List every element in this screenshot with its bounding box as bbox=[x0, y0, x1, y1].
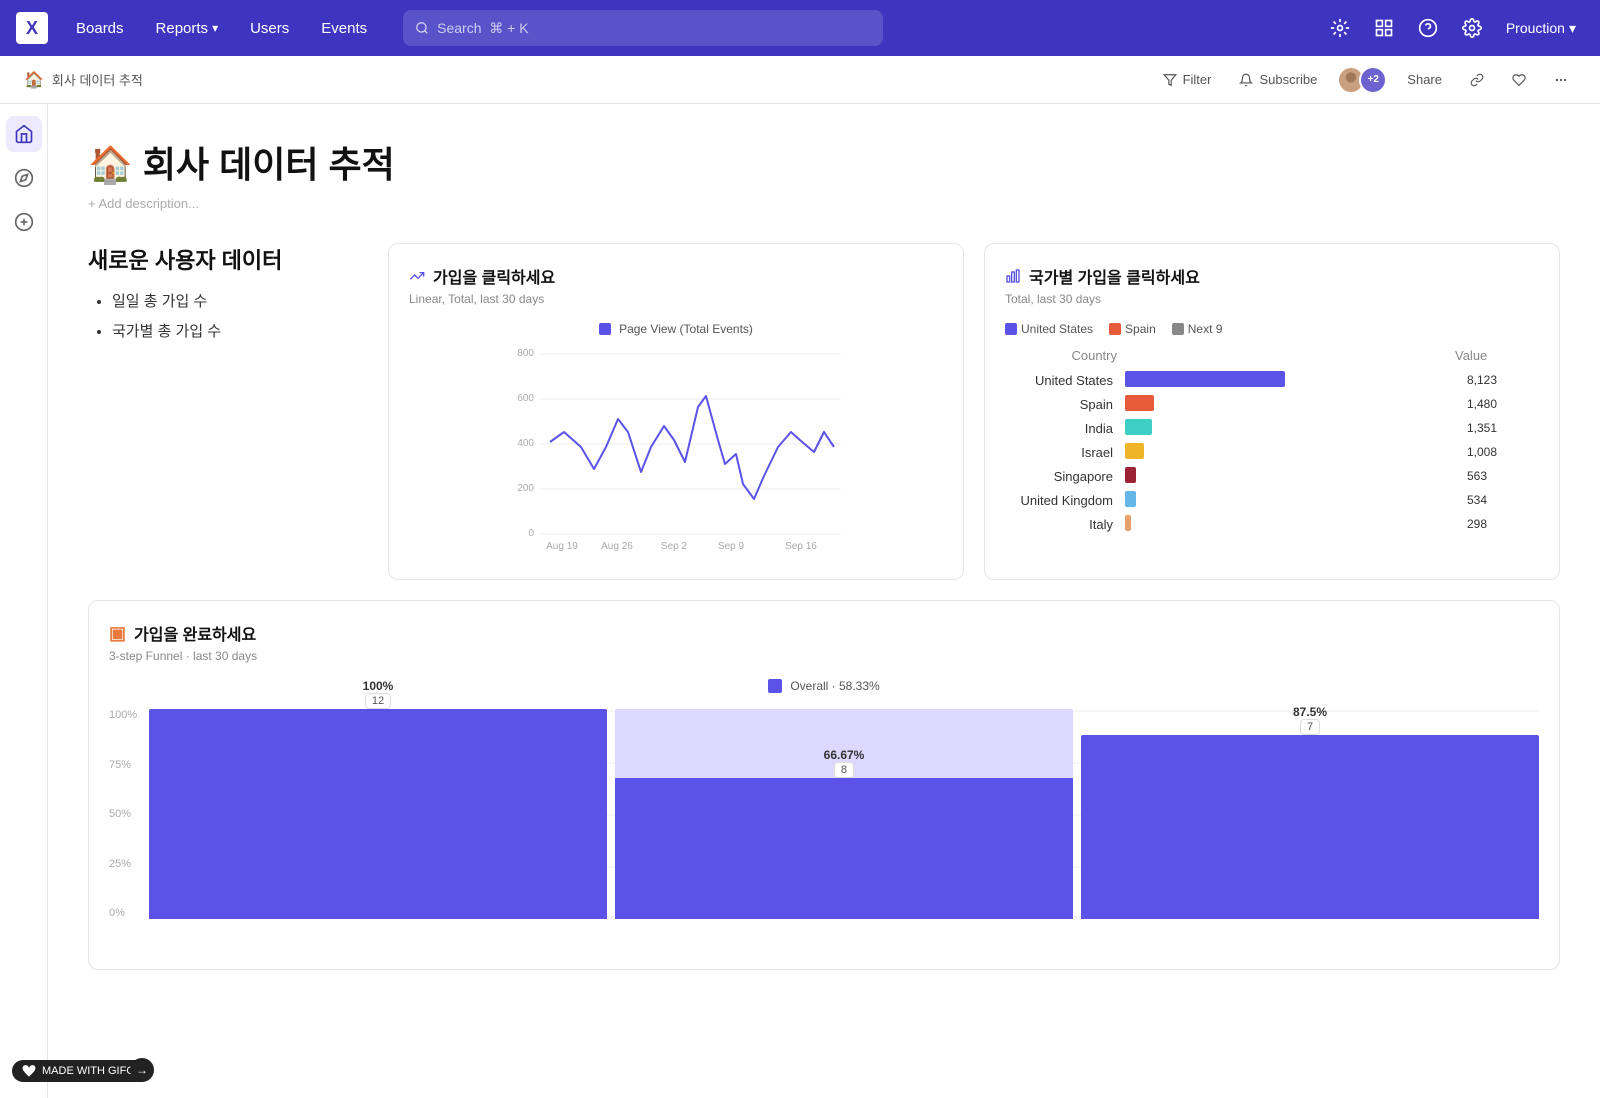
logo: X bbox=[16, 12, 48, 44]
main-content: 🏠 회사 데이터 추적 + Add description... 새로운 사용자… bbox=[48, 104, 1600, 1098]
funnel-bars: 100%12 66.67%8 bbox=[149, 709, 1539, 919]
title-icon: 🏠 bbox=[88, 144, 133, 185]
grid-icon[interactable] bbox=[1366, 10, 1402, 46]
legend-color-dot bbox=[599, 323, 611, 335]
svg-text:Sep 16: Sep 16 bbox=[785, 541, 817, 552]
events-nav-item[interactable]: Events bbox=[309, 14, 379, 43]
sidebar-compass-icon[interactable] bbox=[6, 160, 42, 196]
gifox-arrow-button[interactable]: → bbox=[130, 1058, 154, 1082]
search-input[interactable] bbox=[437, 20, 871, 36]
link-icon-button[interactable] bbox=[1462, 69, 1492, 91]
reports-nav-item[interactable]: Reports ▾ bbox=[144, 14, 231, 43]
funnel-chart-area: 100% 75% 50% 25% 0% bbox=[109, 709, 1539, 949]
country-row: United States 8,123 bbox=[1005, 371, 1539, 389]
app-body: 🏠 회사 데이터 추적 + Add description... 새로운 사용자… bbox=[0, 104, 1600, 1098]
legend-next9-dot bbox=[1172, 323, 1184, 335]
more-icon bbox=[1554, 73, 1568, 87]
breadcrumb-text: 회사 데이터 추적 bbox=[52, 70, 143, 89]
country-row: India 1,351 bbox=[1005, 419, 1539, 437]
svg-text:Aug 26: Aug 26 bbox=[601, 541, 633, 552]
avatar-group: +2 bbox=[1337, 66, 1387, 94]
sidebar-home-icon[interactable] bbox=[6, 116, 42, 152]
notifications-icon[interactable] bbox=[1322, 10, 1358, 46]
users-nav-item[interactable]: Users bbox=[238, 14, 301, 43]
intro-section: 새로운 사용자 데이터 일일 총 가입 수 국가별 총 가입 수 bbox=[88, 243, 368, 580]
list-item: 일일 총 가입 수 bbox=[112, 287, 368, 317]
search-bar[interactable] bbox=[403, 10, 883, 46]
svg-text:Sep 2: Sep 2 bbox=[661, 541, 688, 552]
funnel-title: ▣ 가입을 완료하세요 bbox=[109, 621, 1539, 645]
svg-text:200: 200 bbox=[517, 483, 534, 494]
line-chart-title: 가입을 클릭하세요 bbox=[409, 264, 943, 288]
funnel-legend: Overall · 58.33% bbox=[109, 679, 1539, 693]
funnel-sub: 3-step Funnel · last 30 days bbox=[109, 649, 1539, 663]
line-chart-card: 가입을 클릭하세요 Linear, Total, last 30 days Pa… bbox=[388, 243, 964, 580]
country-legend: United States Spain Next 9 bbox=[1005, 322, 1539, 336]
country-chart-sub: Total, last 30 days bbox=[1005, 292, 1539, 306]
page-title: 🏠 회사 데이터 추적 bbox=[88, 136, 1560, 188]
gifox-icon bbox=[22, 1064, 36, 1078]
svg-text:Aug 19: Aug 19 bbox=[546, 541, 578, 552]
more-options-button[interactable] bbox=[1546, 69, 1576, 91]
share-button[interactable]: Share bbox=[1399, 68, 1450, 91]
heart-icon bbox=[1512, 73, 1526, 87]
legend-item-next9: Next 9 bbox=[1172, 322, 1223, 336]
legend-item-spain: Spain bbox=[1109, 322, 1156, 336]
avatar-count: +2 bbox=[1359, 66, 1387, 94]
trend-icon bbox=[409, 268, 425, 284]
svg-text:400: 400 bbox=[517, 438, 534, 449]
top-navigation: X Boards Reports ▾ Users Events bbox=[0, 0, 1600, 56]
workspace-chevron-icon: ▾ bbox=[1569, 20, 1576, 37]
country-row: Israel 1,008 bbox=[1005, 443, 1539, 461]
bar-icon bbox=[1005, 268, 1021, 284]
country-row: Singapore 563 bbox=[1005, 467, 1539, 485]
breadcrumb-actions: Filter Subscribe +2 Share bbox=[1155, 66, 1576, 94]
country-row: Spain 1,480 bbox=[1005, 395, 1539, 413]
favorite-button[interactable] bbox=[1504, 69, 1534, 91]
sidebar-add-icon[interactable] bbox=[6, 204, 42, 240]
topnav-right-actions: Prouction ▾ bbox=[1322, 10, 1584, 46]
funnel-icon: ▣ bbox=[109, 623, 126, 644]
breadcrumb-bar: 🏠 회사 데이터 추적 Filter Subscribe +2 Share bbox=[0, 56, 1600, 104]
country-chart-card: 국가별 가입을 클릭하세요 Total, last 30 days United… bbox=[984, 243, 1560, 580]
funnel-step-3: 87.5%7 bbox=[1081, 709, 1539, 919]
country-chart-title: 국가별 가입을 클릭하세요 bbox=[1005, 264, 1539, 288]
country-row: Italy 298 bbox=[1005, 515, 1539, 533]
workspace-selector[interactable]: Prouction ▾ bbox=[1498, 16, 1584, 41]
add-description-button[interactable]: + Add description... bbox=[88, 196, 1560, 211]
line-chart-svg: 800 600 400 200 0 Aug 19 Aug 26 Sep 2 Se… bbox=[409, 344, 943, 554]
filter-button[interactable]: Filter bbox=[1155, 68, 1220, 91]
legend-spain-dot bbox=[1109, 323, 1121, 335]
svg-text:800: 800 bbox=[517, 348, 534, 359]
reports-chevron-icon: ▾ bbox=[212, 21, 218, 35]
legend-item-us: United States bbox=[1005, 322, 1093, 336]
breadcrumb-icon: 🏠 bbox=[24, 70, 44, 90]
search-icon bbox=[415, 21, 429, 35]
funnel-step-1: 100%12 bbox=[149, 709, 607, 919]
section-list: 일일 총 가입 수 국가별 총 가입 수 bbox=[88, 287, 368, 347]
link-icon bbox=[1470, 73, 1484, 87]
list-item: 국가별 총 가입 수 bbox=[112, 317, 368, 347]
section-heading: 새로운 사용자 데이터 bbox=[88, 243, 368, 275]
svg-text:0: 0 bbox=[528, 528, 534, 539]
line-chart-sub: Linear, Total, last 30 days bbox=[409, 292, 943, 306]
line-chart-legend: Page View (Total Events) bbox=[409, 322, 943, 336]
settings-icon[interactable] bbox=[1454, 10, 1490, 46]
subscribe-icon bbox=[1239, 73, 1253, 87]
sidebar bbox=[0, 104, 48, 1098]
funnel-step-2: 66.67%8 bbox=[615, 709, 1073, 919]
country-row: United Kingdom 534 bbox=[1005, 491, 1539, 509]
boards-nav-item[interactable]: Boards bbox=[64, 14, 136, 43]
country-table-header: Country Value bbox=[1005, 348, 1539, 363]
funnel-y-axis: 100% 75% 50% 25% 0% bbox=[109, 709, 137, 919]
help-icon[interactable] bbox=[1410, 10, 1446, 46]
country-table: United States 8,123 Spain 1,480 India 1,… bbox=[1005, 371, 1539, 533]
filter-icon bbox=[1163, 73, 1177, 87]
svg-text:600: 600 bbox=[517, 393, 534, 404]
svg-text:Sep 9: Sep 9 bbox=[718, 541, 745, 552]
subscribe-button[interactable]: Subscribe bbox=[1231, 68, 1325, 91]
legend-us-dot bbox=[1005, 323, 1017, 335]
funnel-legend-dot bbox=[768, 679, 782, 693]
funnel-chart-card: ▣ 가입을 완료하세요 3-step Funnel · last 30 days… bbox=[88, 600, 1560, 970]
